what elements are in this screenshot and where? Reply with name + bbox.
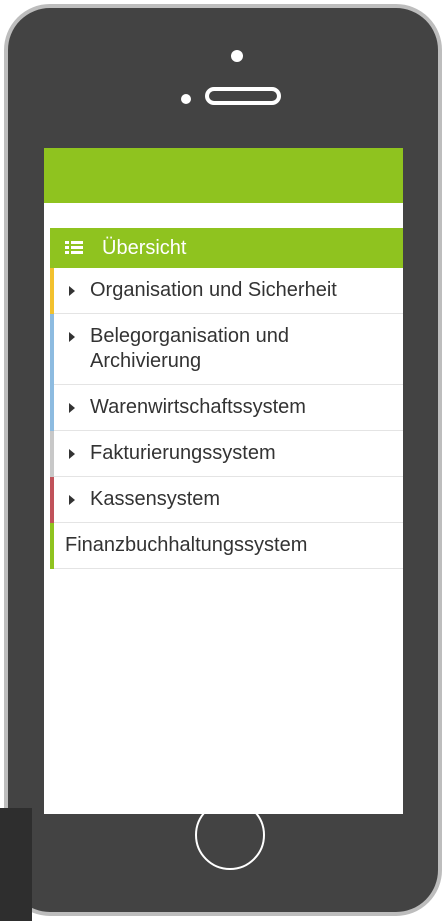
app-header-bar <box>44 148 403 203</box>
nav-item-finanzbuchhaltungssystem[interactable]: Finanzbuchhaltungssystem <box>50 523 403 569</box>
side-navigation: Übersicht Organisation und Sicherheit Be… <box>50 228 403 569</box>
phone-screen: Übersicht Organisation und Sicherheit Be… <box>44 148 403 814</box>
category-color-bar <box>50 431 54 477</box>
category-color-bar <box>50 314 54 385</box>
nav-item-ubersicht[interactable]: Übersicht <box>50 228 403 268</box>
nav-item-fakturierungssystem[interactable]: Fakturierungssystem <box>50 431 403 477</box>
category-color-bar <box>50 523 54 569</box>
caret-right-icon <box>69 286 75 296</box>
speaker-grille <box>205 87 281 105</box>
list-icon <box>65 241 83 255</box>
nav-item-label: Kassensystem <box>90 488 221 510</box>
device-shadow-edge <box>0 808 32 921</box>
nav-item-label: Belegorganisation und Archivierung <box>90 325 290 372</box>
phone-frame: Übersicht Organisation und Sicherheit Be… <box>4 4 442 916</box>
nav-item-warenwirtschaftssystem[interactable]: Warenwirtschaftssystem <box>50 385 403 431</box>
category-color-bar <box>50 268 54 314</box>
sensor-dot <box>181 94 191 104</box>
nav-item-label: Warenwirtschaftssystem <box>90 396 306 418</box>
nav-item-label: Organisation und Sicherheit <box>90 279 337 301</box>
caret-right-icon <box>69 403 75 413</box>
nav-item-organisation-und-sicherheit[interactable]: Organisation und Sicherheit <box>50 268 403 314</box>
nav-item-label: Übersicht <box>102 236 187 259</box>
caret-right-icon <box>69 495 75 505</box>
home-button[interactable] <box>195 800 265 870</box>
nav-item-belegorganisation-und-archivierung[interactable]: Belegorganisation und Archivierung <box>50 314 403 385</box>
nav-item-label: Finanzbuchhaltungssystem <box>65 534 308 556</box>
caret-right-icon <box>69 449 75 459</box>
category-color-bar <box>50 477 54 523</box>
nav-item-kassensystem[interactable]: Kassensystem <box>50 477 403 523</box>
nav-item-label: Fakturierungssystem <box>90 442 276 464</box>
caret-right-icon <box>69 332 75 342</box>
category-color-bar <box>50 385 54 431</box>
camera-dot <box>231 50 243 62</box>
